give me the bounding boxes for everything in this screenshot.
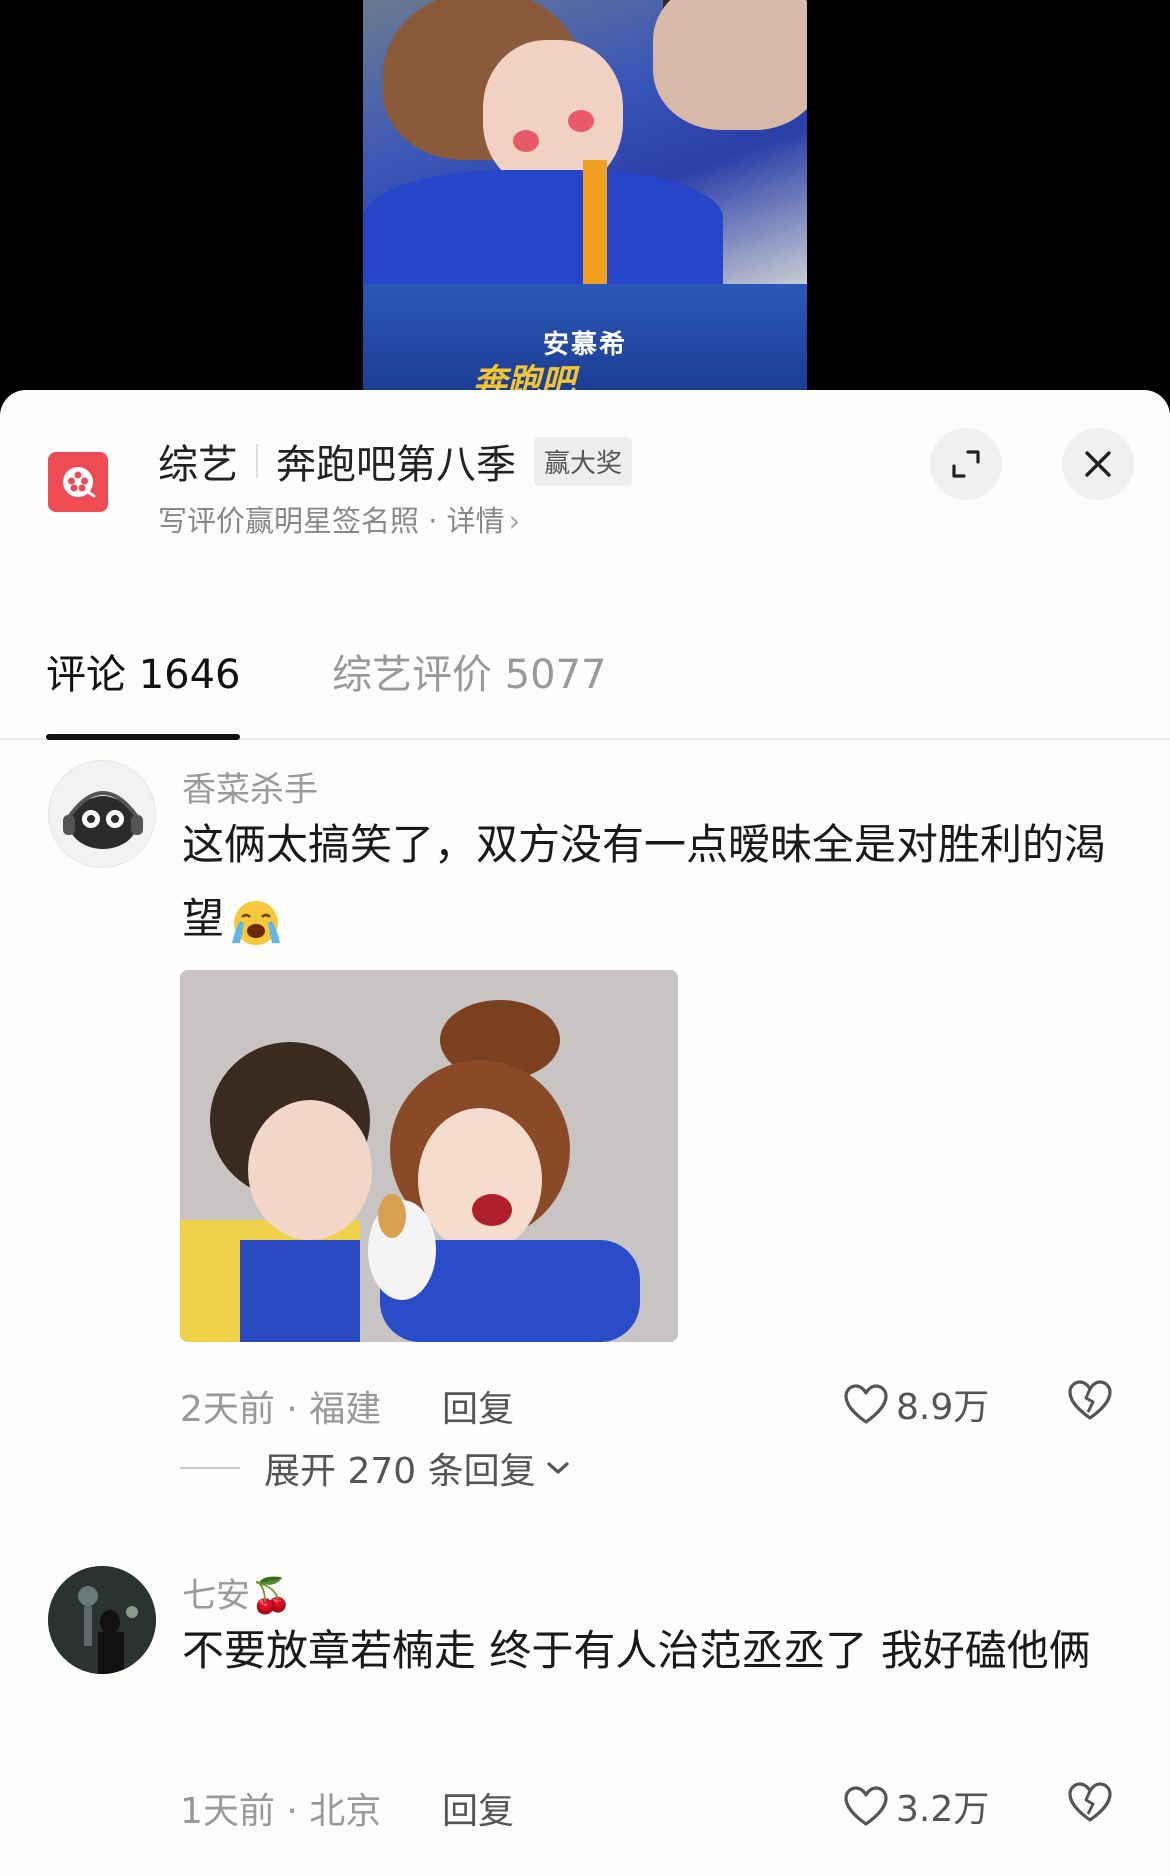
reply-button[interactable]: 回复 xyxy=(442,1782,514,1834)
variety-app-icon xyxy=(48,452,108,512)
video-frame[interactable]: 安慕希 奔跑吧 xyxy=(363,0,807,390)
like-button[interactable]: 3.2万 xyxy=(842,1780,989,1832)
expand-divider xyxy=(180,1467,240,1469)
like-count: 8.9万 xyxy=(896,1387,990,1428)
avatar[interactable] xyxy=(48,1566,156,1674)
sheet-header: 综艺 奔跑吧第八季 赢大奖 写评价赢明星签名照 · 详情 › xyxy=(0,390,1170,540)
close-icon xyxy=(1085,451,1111,477)
avatar[interactable] xyxy=(48,760,156,868)
tab-variety-reviews[interactable]: 综艺评价 5077 xyxy=(332,620,607,738)
category-label: 综艺 xyxy=(158,442,238,488)
comments-sheet: 综艺 奔跑吧第八季 赢大奖 写评价赢明星签名照 · 详情 › 评论 1646 综艺… xyxy=(0,390,1170,1876)
broken-heart-icon xyxy=(1068,1782,1112,1822)
username[interactable]: 七安🍒 xyxy=(182,1568,292,1617)
comment-text: 不要放章若楠走 终于有人治范丞丞了 我好磕他俩 xyxy=(182,1626,1091,1675)
tab-bar: 评论 1646 综艺评价 5077 xyxy=(0,620,1170,740)
video-player[interactable]: 安慕希 奔跑吧 xyxy=(0,0,1170,400)
heart-icon xyxy=(844,1384,888,1424)
like-button[interactable]: 8.9万 xyxy=(842,1378,989,1430)
broken-heart-icon xyxy=(1068,1380,1112,1420)
reply-button[interactable]: 回复 xyxy=(442,1380,514,1432)
show-logo: 奔跑吧 xyxy=(473,362,575,390)
comment-item: 香菜杀手 这俩太搞笑了，双方没有一点暧昧全是对胜利的渴望 2天前 · 福建 回复… xyxy=(0,760,1170,1492)
expand-icon xyxy=(952,450,980,478)
like-count: 3.2万 xyxy=(896,1789,990,1830)
video-still xyxy=(363,0,807,290)
dislike-button[interactable] xyxy=(1066,1378,1114,1426)
expand-replies-button[interactable]: 展开 270 条回复 xyxy=(180,1442,572,1494)
review-promo-text: 写评价赢明星签名照 · 详情 xyxy=(158,504,505,538)
sponsor-logo: 安慕希 xyxy=(542,330,627,360)
expand-button[interactable] xyxy=(930,428,1002,500)
comment-text: 这俩太搞笑了，双方没有一点暧昧全是对胜利的渴望 xyxy=(182,808,1122,956)
show-logo-banner: 安慕希 奔跑吧 xyxy=(363,284,807,390)
show-title-row[interactable]: 综艺 奔跑吧第八季 赢大奖 xyxy=(158,432,633,490)
comment-time-location: 1天前 · 北京 xyxy=(180,1791,382,1832)
active-tab-indicator xyxy=(46,734,240,740)
username[interactable]: 香菜杀手 xyxy=(182,762,318,811)
tab-comments[interactable]: 评论 1646 xyxy=(46,620,241,738)
dislike-button[interactable] xyxy=(1066,1780,1114,1828)
prize-badge[interactable]: 赢大奖 xyxy=(534,436,633,486)
heart-icon xyxy=(844,1786,888,1826)
chevron-right-icon: › xyxy=(508,504,521,538)
close-button[interactable] xyxy=(1062,428,1134,500)
title-divider xyxy=(256,444,258,478)
comment-time-location: 2天前 · 福建 xyxy=(180,1389,382,1430)
show-title: 奔跑吧第八季 xyxy=(276,442,516,488)
review-promo-link[interactable]: 写评价赢明星签名照 · 详情 › xyxy=(158,498,520,540)
comment-item: 七安🍒 不要放章若楠走 终于有人治范丞丞了 我好磕他俩 1天前 · 北京 回复 … xyxy=(0,1566,1170,1866)
chevron-down-icon xyxy=(547,1462,569,1474)
comment-text-body: 这俩太搞笑了，双方没有一点暧昧全是对胜利的渴望 xyxy=(182,820,1107,943)
expand-replies-label: 展开 270 条回复 xyxy=(264,1451,536,1492)
crying-face-icon xyxy=(232,900,281,945)
comment-image[interactable] xyxy=(180,970,678,1342)
